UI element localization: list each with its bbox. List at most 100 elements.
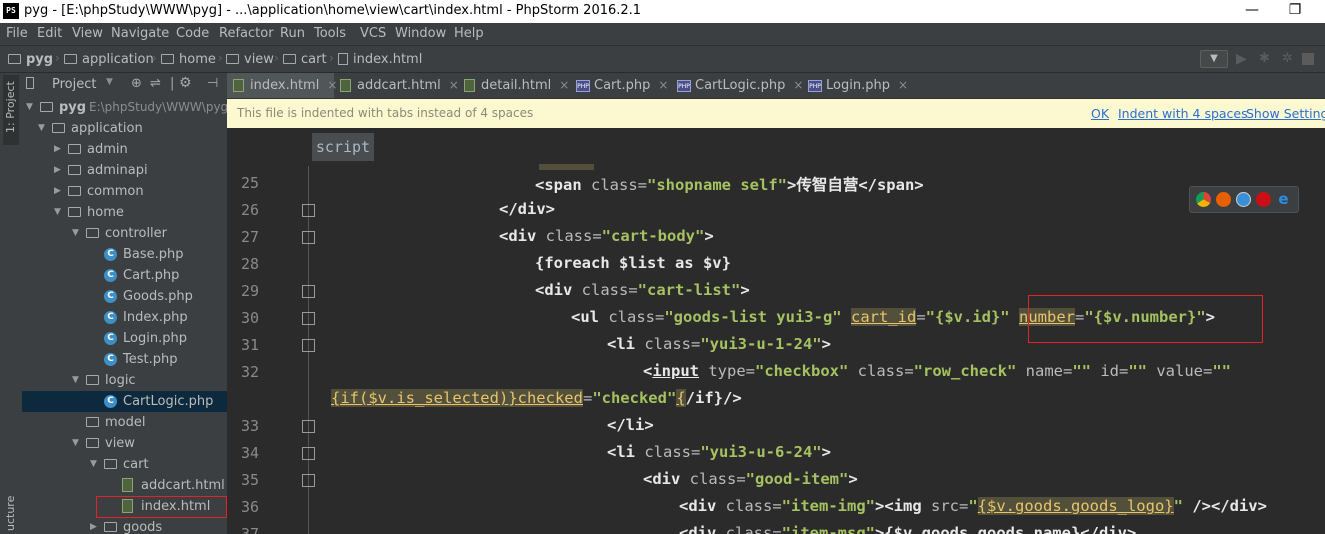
breadcrumb-view[interactable]: view bbox=[226, 50, 274, 68]
close-icon[interactable]: × bbox=[898, 78, 908, 92]
menu-navigate[interactable]: Navigate bbox=[111, 26, 169, 41]
menu-edit[interactable]: Edit bbox=[37, 26, 62, 41]
debug-icon[interactable]: ✱ bbox=[1259, 51, 1270, 67]
tab-addcart-html[interactable]: addcart.html × bbox=[334, 73, 459, 98]
code-line-25[interactable]: <span class="shopname self">传智自营</span> bbox=[535, 173, 924, 195]
breadcrumb-pyg[interactable]: pyg bbox=[8, 50, 53, 68]
collapse-arrow-icon[interactable]: ▶ bbox=[54, 160, 61, 181]
run-icon[interactable]: ▶ bbox=[1236, 51, 1247, 67]
menu-window[interactable]: Window bbox=[395, 26, 446, 41]
breadcrumb-application[interactable]: application bbox=[64, 50, 154, 68]
tree-item-cart[interactable]: ▼ cart bbox=[22, 454, 227, 475]
close-icon[interactable]: × bbox=[658, 78, 668, 92]
structure-tool-label[interactable]: ucture bbox=[4, 496, 17, 531]
tree-item-home[interactable]: ▼ home bbox=[22, 202, 227, 223]
scroll-icon[interactable]: ⇌ bbox=[150, 76, 161, 91]
fold-marker-icon[interactable] bbox=[302, 285, 315, 298]
tree-item-cart-php[interactable]: C Cart.php bbox=[22, 265, 227, 286]
opera-icon[interactable] bbox=[1256, 192, 1271, 207]
chevron-down-icon[interactable]: ▼ bbox=[106, 77, 113, 87]
tree-item-adminapi[interactable]: ▶ adminapi bbox=[22, 160, 227, 181]
code-line-28[interactable]: {foreach $list as $v} bbox=[535, 254, 731, 272]
run-config-dropdown[interactable]: ▼ bbox=[1200, 50, 1228, 68]
tree-item-model[interactable]: model bbox=[22, 412, 227, 433]
menu-file[interactable]: File bbox=[6, 26, 28, 41]
tree-item-goods-php[interactable]: C Goods.php bbox=[22, 286, 227, 307]
tab-login-php[interactable]: PHP Login.php × bbox=[802, 73, 909, 98]
tab-detail-html[interactable]: detail.html × bbox=[458, 73, 570, 98]
project-view-title[interactable]: Project bbox=[52, 77, 96, 92]
tab-cartlogic-php[interactable]: PHP CartLogic.php × bbox=[671, 73, 803, 98]
tree-item-pyg[interactable]: ▼ pyg E:\phpStudy\WWW\pyg bbox=[22, 97, 227, 118]
safari-icon[interactable] bbox=[1236, 192, 1251, 207]
code-line-31[interactable]: <li class="yui3-u-1-24"> bbox=[607, 335, 831, 353]
code-line-33[interactable]: </li> bbox=[607, 416, 654, 434]
collapse-arrow-icon[interactable]: ▶ bbox=[54, 139, 61, 160]
tree-item-addcart-html[interactable]: addcart.html bbox=[22, 475, 227, 496]
tree-item-view[interactable]: ▼ view bbox=[22, 433, 227, 454]
breadcrumb-index-html[interactable]: index.html bbox=[338, 50, 422, 68]
code-line-32-wrap[interactable]: {if($v.is_selected)}checked="checked"{/i… bbox=[331, 389, 742, 407]
collapse-arrow-icon[interactable]: ▶ bbox=[54, 181, 61, 202]
tree-item-controller[interactable]: ▼ controller bbox=[22, 223, 227, 244]
fold-marker-icon[interactable] bbox=[302, 204, 315, 217]
editor-breadcrumb-script[interactable]: script bbox=[312, 133, 374, 161]
code-line-29[interactable]: <div class="cart-list"> bbox=[535, 281, 750, 299]
hide-icon[interactable]: ⊣ bbox=[207, 76, 218, 91]
stop-icon[interactable] bbox=[1302, 53, 1314, 65]
code-line-32[interactable]: <input type="checkbox" class="row_check"… bbox=[643, 362, 1231, 380]
menu-tools[interactable]: Tools bbox=[314, 26, 346, 41]
menu-view[interactable]: View bbox=[72, 26, 103, 41]
code-line-26[interactable]: </div> bbox=[499, 200, 555, 218]
chrome-icon[interactable] bbox=[1196, 192, 1211, 207]
fold-marker-icon[interactable] bbox=[302, 231, 315, 244]
settings-icon[interactable]: ⚙ bbox=[179, 75, 192, 91]
menu-vcs[interactable]: VCS bbox=[360, 26, 386, 41]
tree-item-cartlogic-php[interactable]: C CartLogic.php bbox=[22, 391, 227, 412]
tree-item-admin[interactable]: ▶ admin bbox=[22, 139, 227, 160]
expand-arrow-icon[interactable]: ▼ bbox=[72, 223, 79, 244]
close-icon[interactable]: × bbox=[559, 78, 569, 92]
code-line-27[interactable]: <div class="cart-body"> bbox=[499, 227, 714, 245]
tree-item-logic[interactable]: ▼ logic bbox=[22, 370, 227, 391]
fold-marker-icon[interactable] bbox=[302, 339, 315, 352]
tree-item-test-php[interactable]: C Test.php bbox=[22, 349, 227, 370]
collapse-icon[interactable]: ⊕ bbox=[131, 76, 142, 91]
collapse-arrow-icon[interactable]: ▶ bbox=[90, 517, 97, 534]
tree-item-login-php[interactable]: C Login.php bbox=[22, 328, 227, 349]
code-line-35[interactable]: <div class="good-item"> bbox=[643, 470, 858, 488]
indent-with-spaces-link[interactable]: Indent with 4 spaces bbox=[1118, 106, 1248, 121]
ok-link[interactable]: OK bbox=[1091, 106, 1109, 121]
breadcrumb-home[interactable]: home bbox=[161, 50, 216, 68]
tree-item-application[interactable]: ▼ application bbox=[22, 118, 227, 139]
code-line-34[interactable]: <li class="yui3-u-6-24"> bbox=[607, 443, 831, 461]
minimize-button[interactable]: — bbox=[1232, 0, 1272, 23]
firefox-icon[interactable] bbox=[1216, 192, 1231, 207]
restore-button[interactable]: ❐ bbox=[1275, 0, 1315, 23]
menu-refactor[interactable]: Refactor bbox=[219, 26, 274, 41]
tab-index-html[interactable]: index.html × bbox=[227, 73, 337, 98]
expand-arrow-icon[interactable]: ▼ bbox=[72, 433, 79, 454]
tree-item-index-html[interactable]: index.html bbox=[22, 496, 227, 518]
menu-help[interactable]: Help bbox=[454, 26, 484, 41]
code-editor[interactable]: script 25 26 27 28 29 30 31 32 33 34 35 … bbox=[227, 128, 1325, 534]
tree-item-common[interactable]: ▶ common bbox=[22, 181, 227, 202]
expand-arrow-icon[interactable]: ▼ bbox=[38, 118, 45, 139]
project-tool-label[interactable]: 1: Project bbox=[4, 81, 17, 133]
tab-cart-php[interactable]: PHP Cart.php × bbox=[570, 73, 671, 98]
ie-icon[interactable]: e bbox=[1276, 192, 1291, 207]
expand-arrow-icon[interactable]: ▼ bbox=[90, 454, 97, 475]
fold-marker-icon[interactable] bbox=[302, 312, 315, 325]
expand-arrow-icon[interactable]: ▼ bbox=[26, 97, 33, 118]
code-line-37[interactable]: <div class="item-msg">{$v.goods.goods_na… bbox=[679, 524, 1136, 534]
fold-marker-icon[interactable] bbox=[302, 474, 315, 487]
tree-item-index-php[interactable]: C Index.php bbox=[22, 307, 227, 328]
show-settings-link[interactable]: Show Settings bbox=[1246, 106, 1325, 121]
fold-marker-icon[interactable] bbox=[302, 447, 315, 460]
breadcrumb-cart[interactable]: cart bbox=[283, 50, 327, 68]
tree-item-base-php[interactable]: C Base.php bbox=[22, 244, 227, 265]
tree-item-goods[interactable]: ▶ goods bbox=[22, 517, 227, 534]
expand-arrow-icon[interactable]: ▼ bbox=[54, 202, 61, 223]
coverage-icon[interactable]: ✲ bbox=[1282, 51, 1293, 67]
menu-run[interactable]: Run bbox=[280, 26, 305, 41]
